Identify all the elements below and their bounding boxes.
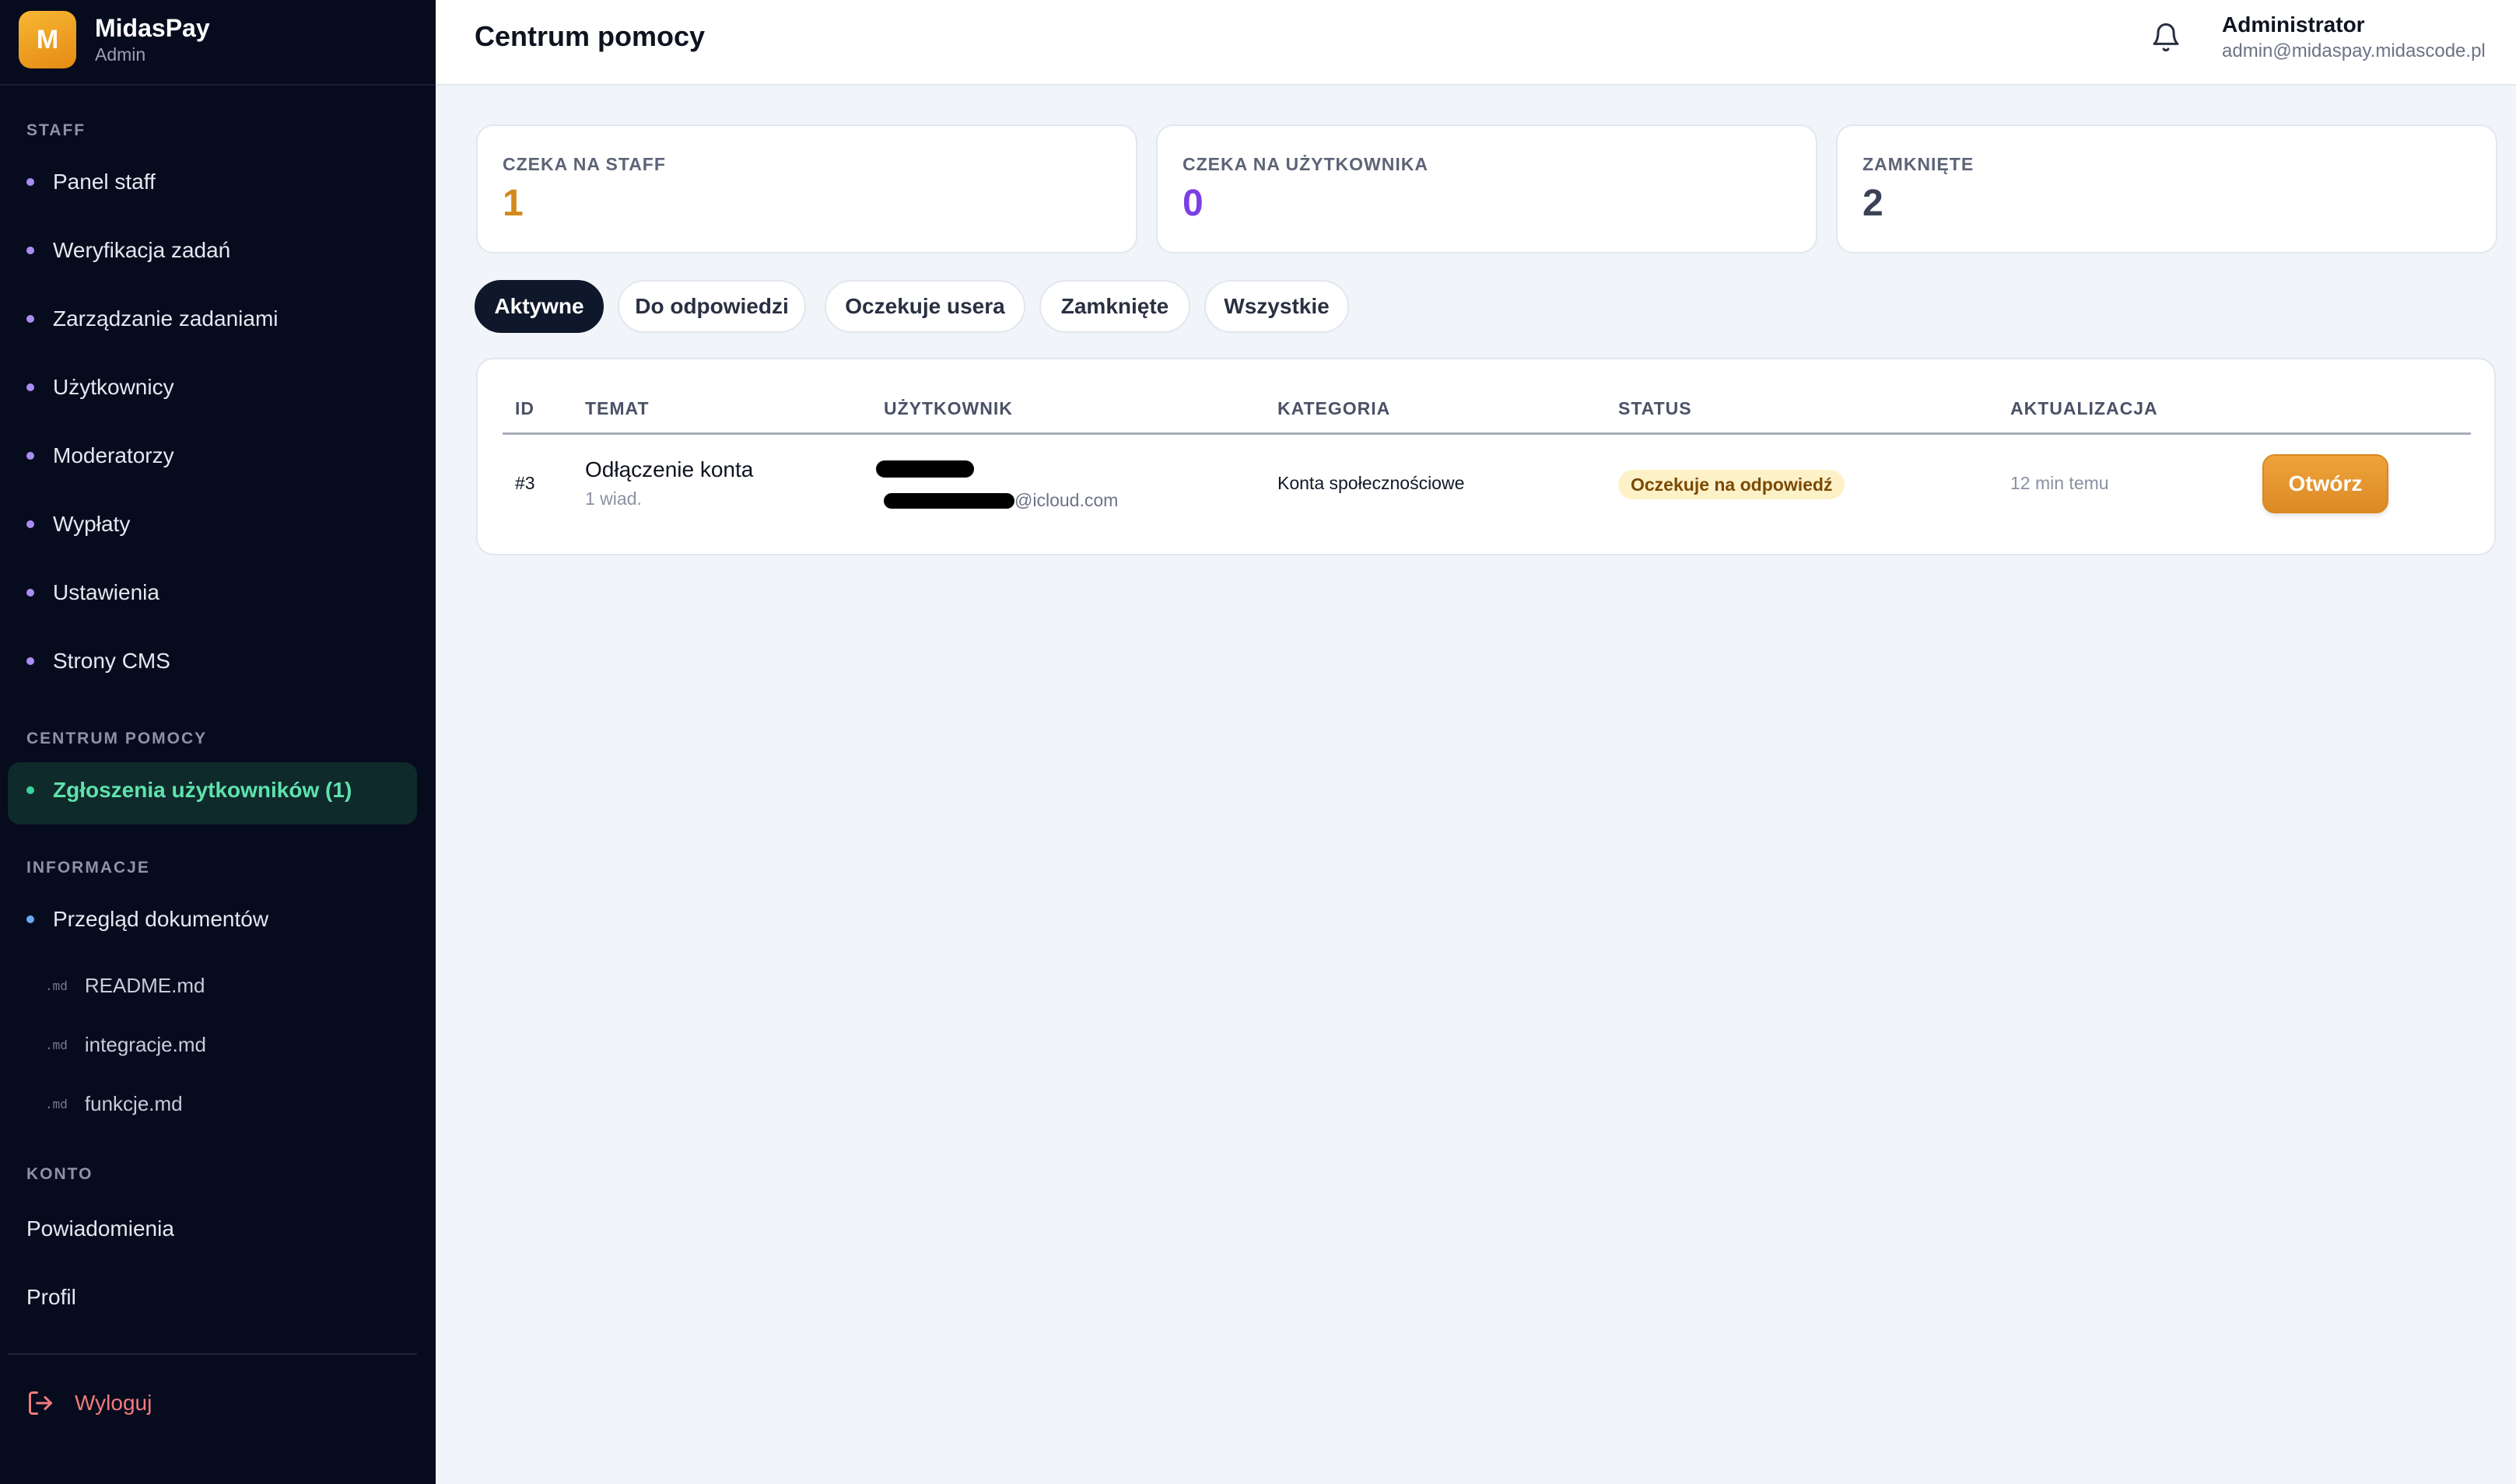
divider [0, 84, 436, 86]
tickets-table: ID TEMAT UŻYTKOWNIK KATEGORIA STATUS AKT… [476, 358, 2496, 555]
sidebar-doc-features[interactable]: .md funkcje.md [45, 1092, 183, 1116]
bullet-icon [26, 247, 34, 254]
logout-button[interactable]: Wyloguj [26, 1389, 152, 1417]
tab-to-answer[interactable]: Do odpowiedzi [618, 280, 806, 333]
column-header-status: STATUS [1618, 398, 1692, 418]
section-title-help: CENTRUM POMOCY [26, 730, 208, 747]
stat-label: CZEKA NA STAFF [503, 154, 666, 174]
stat-label: ZAMKNIĘTE [1862, 154, 1975, 174]
sidebar-item-payouts[interactable]: Wypłaty [26, 512, 130, 537]
divider [8, 1353, 417, 1355]
bullet-icon [26, 520, 34, 528]
sidebar-item-profile[interactable]: Profil [26, 1285, 76, 1310]
brand[interactable]: M MidasPay Admin [19, 11, 210, 68]
ticket-category: Konta społecznościowe [1277, 473, 1465, 493]
tab-waiting-user[interactable]: Oczekuje usera [825, 280, 1025, 333]
stat-value: 2 [1862, 183, 1883, 224]
status-badge: Oczekuje na odpowiedź [1618, 470, 1845, 499]
sidebar-item-task-verification[interactable]: Weryfikacja zadań [26, 238, 230, 263]
markdown-file-icon: .md [45, 978, 68, 993]
top-header: Centrum pomocy Administrator admin@midas… [436, 0, 2516, 86]
bullet-icon [26, 915, 34, 923]
sidebar-item-task-management[interactable]: Zarządzanie zadaniami [26, 306, 279, 331]
stat-value: 0 [1183, 183, 1204, 224]
header-divider [503, 432, 2471, 435]
bullet-icon [26, 452, 34, 460]
sidebar-item-notifications[interactable]: Powiadomienia [26, 1216, 174, 1241]
sidebar: M MidasPay Admin STAFF Panel staff Weryf… [0, 0, 436, 1484]
column-header-id: ID [515, 398, 534, 418]
sidebar-item-cms-pages[interactable]: Strony CMS [26, 649, 170, 674]
user-email: admin@midaspay.midascode.pl [2222, 40, 2486, 61]
section-title-staff: STAFF [26, 121, 86, 139]
tab-closed[interactable]: Zamknięte [1039, 280, 1190, 333]
bullet-icon [26, 589, 34, 597]
open-ticket-button[interactable]: Otwórz [2262, 454, 2388, 513]
ticket-message-count: 1 wiad. [585, 488, 642, 509]
redacted-email-prefix [884, 493, 1014, 509]
section-title-info: INFORMACJE [26, 859, 150, 877]
column-header-category: KATEGORIA [1277, 398, 1391, 418]
bullet-icon [26, 786, 34, 794]
tab-active[interactable]: Aktywne [475, 280, 604, 333]
stat-card-waiting-staff: CZEKA NA STAFF 1 [476, 124, 1137, 254]
bullet-icon [26, 657, 34, 665]
ticket-user-email-suffix: @icloud.com [1014, 490, 1119, 510]
markdown-file-icon: .md [45, 1038, 68, 1052]
brand-subtitle: Admin [95, 44, 146, 65]
ticket-updated-time: 12 min temu [2010, 473, 2109, 493]
brand-name: MidasPay [95, 14, 210, 42]
column-header-subject: TEMAT [585, 398, 650, 418]
sidebar-item-users[interactable]: Użytkownicy [26, 375, 174, 400]
redacted-username [876, 460, 974, 478]
bullet-icon [26, 383, 34, 391]
bell-icon [2153, 23, 2179, 52]
page-title: Centrum pomocy [475, 20, 706, 52]
column-header-updated: AKTUALIZACJA [2010, 398, 2158, 418]
stat-card-closed: ZAMKNIĘTE 2 [1836, 124, 2497, 254]
column-header-user: UŻYTKOWNIK [884, 398, 1013, 418]
sidebar-item-settings[interactable]: Ustawienia [26, 580, 159, 605]
sidebar-item-panel-staff[interactable]: Panel staff [26, 170, 156, 194]
ticket-subject: Odłączenie konta [585, 457, 754, 481]
notifications-bell-button[interactable] [2150, 22, 2181, 57]
user-name[interactable]: Administrator [2222, 12, 2365, 37]
stat-label: CZEKA NA UŻYTKOWNIKA [1183, 154, 1428, 174]
sidebar-doc-integrations[interactable]: .md integracje.md [45, 1033, 206, 1057]
bullet-icon [26, 178, 34, 186]
section-title-account: KONTO [26, 1165, 93, 1183]
sidebar-item-user-tickets[interactable]: Zgłoszenia użytkowników (1) [26, 778, 352, 803]
sidebar-item-moderators[interactable]: Moderatorzy [26, 443, 174, 468]
stat-card-waiting-user: CZEKA NA UŻYTKOWNIKA 0 [1156, 124, 1817, 254]
sidebar-doc-readme[interactable]: .md README.md [45, 974, 205, 998]
tab-all[interactable]: Wszystkie [1204, 280, 1349, 333]
logout-icon [29, 1391, 52, 1415]
markdown-file-icon: .md [45, 1097, 68, 1111]
bullet-icon [26, 315, 34, 323]
brand-logo: M [19, 11, 76, 68]
stat-value: 1 [503, 183, 524, 224]
sidebar-item-docs-overview[interactable]: Przegląd dokumentów [26, 907, 268, 932]
ticket-id: #3 [515, 473, 535, 493]
